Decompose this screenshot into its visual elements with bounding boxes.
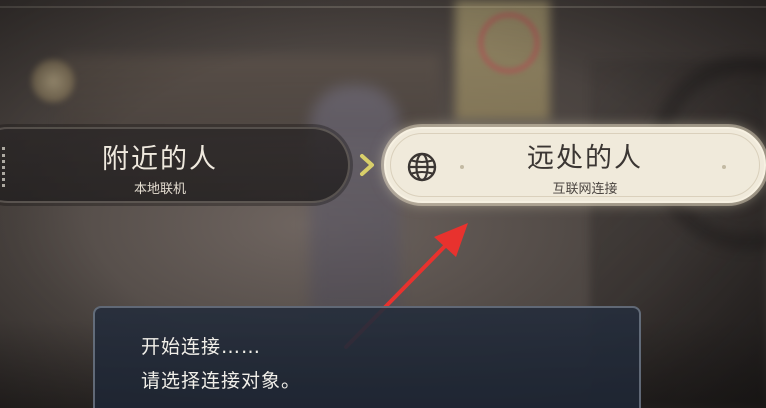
dialog-box: 开始连接…… 请选择连接对象。: [93, 306, 641, 408]
background-banner: [455, 0, 550, 120]
option-far-subtitle: 互联网连接: [552, 182, 618, 197]
game-screen: 附近的人 本地联机 远处的人 互联网连接 开始连接…… 请选择连接对象。: [0, 0, 766, 408]
option-far-button[interactable]: 远处的人 互联网连接: [384, 127, 766, 203]
option-far-title: 远处的人: [527, 143, 643, 174]
background-top-line: [0, 6, 766, 8]
option-nearby-subtitle: 本地联机: [133, 182, 186, 197]
option-nearby-button[interactable]: 附近的人 本地联机: [0, 127, 350, 203]
dialog-line-2: 请选择连接对象。: [141, 370, 302, 392]
background-banner-emblem: [478, 12, 540, 74]
background-lamp: [30, 58, 76, 104]
option-nearby-title: 附近的人: [102, 144, 218, 175]
chevron-right-icon: [360, 154, 374, 176]
background-shelf: [60, 55, 440, 135]
dialog-line-1: 开始连接……: [141, 336, 262, 358]
